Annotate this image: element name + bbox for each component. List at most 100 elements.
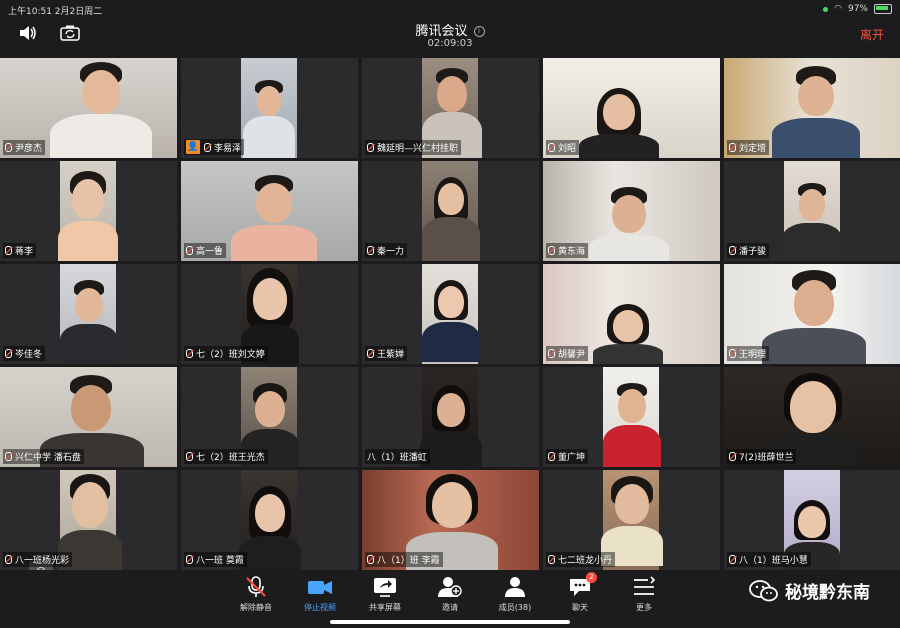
video-tile[interactable]: 王明理 (724, 264, 900, 364)
camera-indicator-icon (823, 6, 829, 12)
members-label: 成员(38) (498, 603, 532, 612)
participant-label: 胡馨尹 (546, 346, 589, 361)
participant-name: 王紫婵 (377, 350, 405, 360)
video-tile[interactable]: 刘定增 (724, 58, 900, 158)
participant-label: 七（2）班刘文婷 (184, 346, 268, 361)
participant-label: 王明理 (727, 346, 770, 361)
video-tile[interactable]: 八（1）班潘虹 (362, 367, 539, 467)
video-tile[interactable]: 👤 李易泽 (181, 58, 358, 158)
mic-muted-icon (729, 452, 736, 461)
participant-label: 岑佳冬 (3, 346, 46, 361)
stop-video-button[interactable]: 停止视频 (290, 576, 350, 613)
members-button[interactable]: 成员(38) (485, 576, 545, 613)
participant-label: 刘昭 (546, 140, 580, 155)
participant-name: 七（2）班刘文婷 (196, 350, 265, 360)
participant-name: 八（1）班潘虹 (367, 453, 427, 463)
participant-name: 董广坤 (558, 453, 586, 463)
leave-button[interactable]: 离开 (860, 26, 884, 43)
video-tile[interactable]: 秦一力 (362, 161, 539, 261)
invite-label: 邀请 (442, 603, 458, 612)
video-tile[interactable]: 兴仁中学 潘石盘 (0, 367, 177, 467)
video-tile[interactable]: 尹彦杰 (0, 58, 177, 158)
participant-label: 七二班龙小丹 (546, 552, 616, 567)
mic-muted-icon (367, 555, 374, 564)
video-tile[interactable]: 魏延明—兴仁村挂职 (362, 58, 539, 158)
unmute-button[interactable]: 解除静音 (226, 576, 286, 613)
participant-label: 八一班杨光彩 (3, 552, 73, 567)
chat-icon-wrap: 2 (567, 572, 597, 598)
participant-name: 胡馨尹 (558, 350, 586, 360)
participant-label: 秦一力 (365, 243, 408, 258)
host-icon: 👤 (186, 140, 200, 154)
more-label: 更多 (636, 603, 652, 612)
unmute-label: 解除静音 (240, 603, 272, 612)
participant-name: 八一班 莫霞 (196, 556, 244, 566)
video-tile[interactable]: 七（2）班刘文婷 (181, 264, 358, 364)
video-tile[interactable]: 高一鲁 (181, 161, 358, 261)
mic-muted-icon (367, 143, 374, 152)
participant-label: 尹彦杰 (3, 140, 46, 155)
video-tile[interactable]: 王紫婵 (362, 264, 539, 364)
participant-name: 八（1）班马小慧 (739, 556, 808, 566)
participant-label: 高一鲁 (184, 243, 227, 258)
mic-muted-icon (5, 555, 12, 564)
video-tile[interactable]: 潘子骏 (724, 161, 900, 261)
participant-name: 潘子骏 (739, 247, 767, 257)
info-icon[interactable]: i (473, 26, 485, 37)
chat-button[interactable]: 2 聊天 (550, 572, 610, 613)
battery-percent: 97% (847, 4, 868, 14)
video-tile[interactable]: 黄东海 (543, 161, 720, 261)
video-tile[interactable]: 蒋李 (0, 161, 177, 261)
participant-label: 八一班 莫霞 (184, 552, 247, 567)
home-indicator[interactable] (330, 620, 570, 624)
video-tile[interactable]: 刘昭 (543, 58, 720, 158)
participant-name: 王明理 (739, 350, 767, 360)
mic-muted-icon (729, 143, 736, 152)
participant-name: 七二班龙小丹 (558, 556, 613, 566)
chat-unread-badge: 2 (586, 572, 597, 583)
stop-video-label: 停止视频 (304, 603, 336, 612)
video-tile[interactable]: 胡馨尹 (543, 264, 720, 364)
mic-muted-icon (367, 349, 374, 358)
participant-name: 八（1）班 李霞 (377, 556, 440, 566)
mic-muted-icon (186, 246, 193, 255)
more-button[interactable]: 更多 (614, 576, 674, 613)
watermark: 秘境黔东南 (749, 578, 870, 603)
meeting-title-text: 腾讯会议 (415, 24, 468, 39)
mic-muted-icon (186, 555, 193, 564)
mic-muted-icon (548, 452, 555, 461)
wechat-logo (749, 579, 778, 601)
mic-muted-icon (729, 246, 736, 255)
video-tile[interactable]: ☺ 八一班杨光彩 (0, 470, 177, 570)
video-tile[interactable]: 八一班 莫霞 (181, 470, 358, 570)
participant-name: 魏延明—兴仁村挂职 (377, 144, 459, 154)
participant-name: 刘昭 (558, 144, 577, 154)
video-tile[interactable]: 八（1）班 李霞 (362, 470, 539, 570)
participant-label: 八（1）班潘虹 (365, 449, 430, 464)
status-time: 上午10:51 2月2日周二 (8, 7, 103, 17)
share-screen-icon (374, 578, 396, 597)
more-menu-icon (634, 576, 656, 595)
mic-muted-icon (729, 555, 736, 564)
video-camera-icon (308, 581, 332, 594)
participant-label: 八（1）班马小慧 (727, 552, 811, 567)
video-tile[interactable]: 岑佳冬 (0, 264, 177, 364)
video-tile[interactable]: 七（2）班王光杰 (181, 367, 358, 467)
invite-button[interactable]: 邀请 (420, 576, 480, 613)
meeting-header: 腾讯会议 i 02:09:03 离开 (0, 18, 900, 56)
meeting-title[interactable]: 腾讯会议 i (0, 20, 900, 39)
status-bar: 上午10:51 2月2日周二 ◠ 97% (0, 0, 900, 18)
share-screen-button[interactable]: 共享屏幕 (355, 576, 415, 613)
participant-label: 兴仁中学 潘石盘 (3, 449, 84, 464)
add-person-icon (438, 577, 462, 597)
participant-label: 👤 李易泽 (184, 139, 245, 155)
video-tile[interactable]: 董广坤 (543, 367, 720, 467)
video-tile[interactable]: 七二班龙小丹 (543, 470, 720, 570)
video-tile[interactable]: 八（1）班马小慧 (724, 470, 900, 570)
share-screen-label: 共享屏幕 (369, 603, 401, 612)
participant-label: 七（2）班王光杰 (184, 449, 268, 464)
mic-muted-icon (186, 349, 193, 358)
video-tile[interactable]: 7(2)班薛世兰 (724, 367, 900, 467)
watermark-text: 秘境黔东南 (785, 583, 870, 603)
mic-muted-icon (5, 246, 12, 255)
